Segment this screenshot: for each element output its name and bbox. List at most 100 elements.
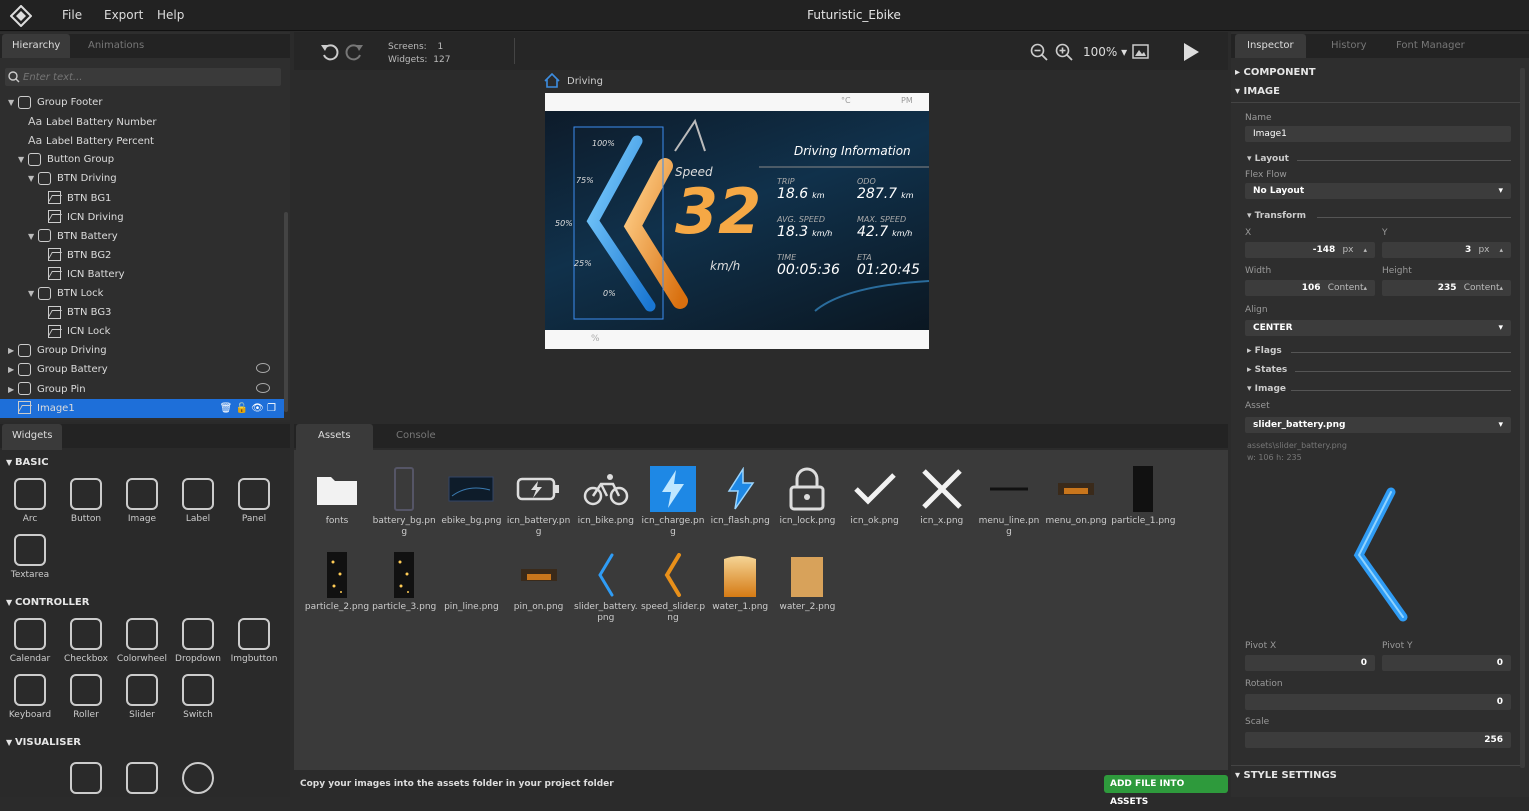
- widget-slider[interactable]: Slider: [114, 674, 170, 720]
- tree-item[interactable]: BTN BG2: [0, 246, 284, 265]
- tree-item[interactable]: ▶ Group Pin: [0, 380, 284, 399]
- tab-widgets[interactable]: Widgets: [2, 424, 63, 450]
- asset-item[interactable]: icn_bike.png: [573, 466, 639, 527]
- asset-item[interactable]: particle_2.png: [304, 552, 370, 613]
- tab-animations[interactable]: Animations: [78, 34, 154, 58]
- triangle-down-icon[interactable]: ▼: [8, 93, 18, 112]
- zoom-dropdown[interactable]: 100% ▾: [1083, 45, 1127, 59]
- asset-item[interactable]: icn_x.png: [909, 466, 975, 527]
- rotation-field[interactable]: 0: [1245, 694, 1511, 710]
- tree-item[interactable]: ICN Lock: [0, 322, 284, 341]
- tree-item[interactable]: ▼ Button Group: [0, 150, 284, 169]
- tree-item[interactable]: Image1 🗑 🔓 👁 ❐: [0, 398, 284, 418]
- name-field[interactable]: Image1: [1245, 126, 1511, 142]
- device-screen[interactable]: °C PM 100% 75% 50% 25% 0% Speed 32 km/h …: [545, 93, 929, 349]
- hidden-eye-icon[interactable]: [256, 363, 270, 374]
- flags-subsection[interactable]: ▸ Flags: [1247, 346, 1511, 356]
- visual-chart-icon[interactable]: [114, 762, 170, 798]
- widget-dropdown[interactable]: Dropdown: [170, 618, 226, 664]
- inspector-scrollbar[interactable]: [1520, 68, 1525, 768]
- visual-spinner-icon[interactable]: [170, 762, 226, 798]
- image-preview-icon[interactable]: [1132, 44, 1149, 59]
- width-field[interactable]: 106 Content▴: [1245, 280, 1375, 296]
- asset-item[interactable]: battery_bg.png: [371, 466, 437, 538]
- component-section[interactable]: ▸ COMPONENT: [1235, 67, 1316, 78]
- widget-textarea[interactable]: Textarea: [2, 534, 58, 580]
- asset-item[interactable]: water_2.png: [774, 552, 840, 613]
- widget-imgbutton[interactable]: Imgbutton: [226, 618, 282, 664]
- hidden-eye-icon[interactable]: [256, 382, 270, 393]
- tree-item[interactable]: ▶ Group Driving: [0, 341, 284, 360]
- style-settings-section[interactable]: ▾ STYLE SETTINGS: [1235, 770, 1337, 781]
- tree-item[interactable]: BTN BG3: [0, 303, 284, 322]
- asset-item[interactable]: pin_line.png: [438, 552, 504, 613]
- widget-arc[interactable]: Arc: [2, 478, 58, 524]
- tree-item[interactable]: ▼ BTN Battery: [0, 227, 284, 246]
- zoom-in-icon[interactable]: [1055, 43, 1073, 61]
- asset-item[interactable]: fonts: [304, 466, 370, 527]
- search-input[interactable]: [23, 69, 273, 85]
- flex-flow-dropdown[interactable]: No Layout ▾: [1245, 183, 1511, 199]
- align-dropdown[interactable]: CENTER ▾: [1245, 320, 1511, 336]
- asset-dropdown[interactable]: slider_battery.png ▾: [1245, 417, 1511, 433]
- triangle-right-icon[interactable]: ▶: [8, 380, 18, 399]
- widget-section[interactable]: ▼ BASIC: [6, 454, 49, 472]
- widget-section[interactable]: ▼ VISUALISER: [6, 734, 81, 752]
- widget-section[interactable]: ▼ CONTROLLER: [6, 594, 89, 612]
- triangle-right-icon[interactable]: ▶: [8, 341, 18, 360]
- widget-keyboard[interactable]: Keyboard: [2, 674, 58, 720]
- triangle-down-icon[interactable]: ▼: [28, 169, 38, 188]
- asset-item[interactable]: particle_1.png: [1110, 466, 1176, 527]
- tree-item[interactable]: ICN Battery: [0, 265, 284, 284]
- widget-colorwheel[interactable]: Colorwheel: [114, 618, 170, 664]
- redo-icon[interactable]: [344, 42, 364, 62]
- triangle-down-icon[interactable]: ▼: [28, 284, 38, 303]
- tab-inspector[interactable]: Inspector: [1235, 34, 1306, 58]
- zoom-out-icon[interactable]: [1030, 43, 1048, 61]
- search-box[interactable]: [5, 68, 281, 86]
- height-field[interactable]: 235 Content▴: [1382, 280, 1511, 296]
- image-section[interactable]: ▾ IMAGE: [1235, 86, 1280, 97]
- widget-checkbox[interactable]: Checkbox: [58, 618, 114, 664]
- add-file-button[interactable]: ADD FILE INTO ASSETS: [1104, 775, 1228, 807]
- asset-item[interactable]: ebike_bg.png: [438, 466, 504, 527]
- widget-roller[interactable]: Roller: [58, 674, 114, 720]
- widget-button[interactable]: Button: [58, 478, 114, 524]
- asset-item[interactable]: menu_on.png: [1043, 466, 1109, 527]
- tree-item[interactable]: ▶ Group Battery: [0, 360, 284, 379]
- tab-hierarchy[interactable]: Hierarchy: [2, 34, 71, 58]
- play-icon[interactable]: [1182, 42, 1200, 62]
- widget-panel[interactable]: Panel: [226, 478, 282, 524]
- y-field[interactable]: 3 px ▴: [1382, 242, 1511, 258]
- scale-field[interactable]: 256: [1245, 732, 1511, 748]
- tree-item[interactable]: Aa Label Battery Percent: [0, 131, 284, 150]
- tree-item[interactable]: ▼ Group Footer: [0, 93, 284, 112]
- widget-label[interactable]: Label: [170, 478, 226, 524]
- triangle-down-icon[interactable]: ▼: [18, 150, 28, 169]
- widget-image[interactable]: Image: [114, 478, 170, 524]
- asset-item[interactable]: icn_lock.png: [774, 466, 840, 527]
- transform-subsection[interactable]: ▾ Transform: [1247, 211, 1511, 221]
- asset-item[interactable]: speed_slider.png: [640, 552, 706, 624]
- asset-item[interactable]: icn_flash.png: [707, 466, 773, 527]
- tree-item[interactable]: ▼ BTN Driving: [0, 169, 284, 188]
- triangle-right-icon[interactable]: ▶: [8, 360, 18, 379]
- layout-subsection[interactable]: ▾ Layout: [1247, 154, 1511, 164]
- hierarchy-scrollbar[interactable]: [284, 212, 288, 412]
- asset-item[interactable]: icn_battery.png: [506, 466, 572, 538]
- tab-assets[interactable]: Assets: [296, 424, 373, 450]
- states-subsection[interactable]: ▸ States: [1247, 365, 1511, 375]
- widget-calendar[interactable]: Calendar: [2, 618, 58, 664]
- tab-history[interactable]: History: [1321, 34, 1377, 58]
- asset-item[interactable]: pin_on.png: [506, 552, 572, 613]
- asset-item[interactable]: icn_charge.png: [640, 466, 706, 538]
- home-icon[interactable]: [544, 73, 560, 88]
- pivot-y-field[interactable]: 0: [1382, 655, 1511, 671]
- x-field[interactable]: -148 px ▴: [1245, 242, 1375, 258]
- tree-item[interactable]: ▼ BTN Lock: [0, 284, 284, 303]
- tab-font-manager[interactable]: Font Manager: [1386, 34, 1475, 58]
- undo-icon[interactable]: [320, 42, 340, 62]
- widget-switch[interactable]: Switch: [170, 674, 226, 720]
- image-subsection[interactable]: ▾ Image: [1247, 384, 1511, 394]
- tree-item[interactable]: BTN BG1: [0, 189, 284, 208]
